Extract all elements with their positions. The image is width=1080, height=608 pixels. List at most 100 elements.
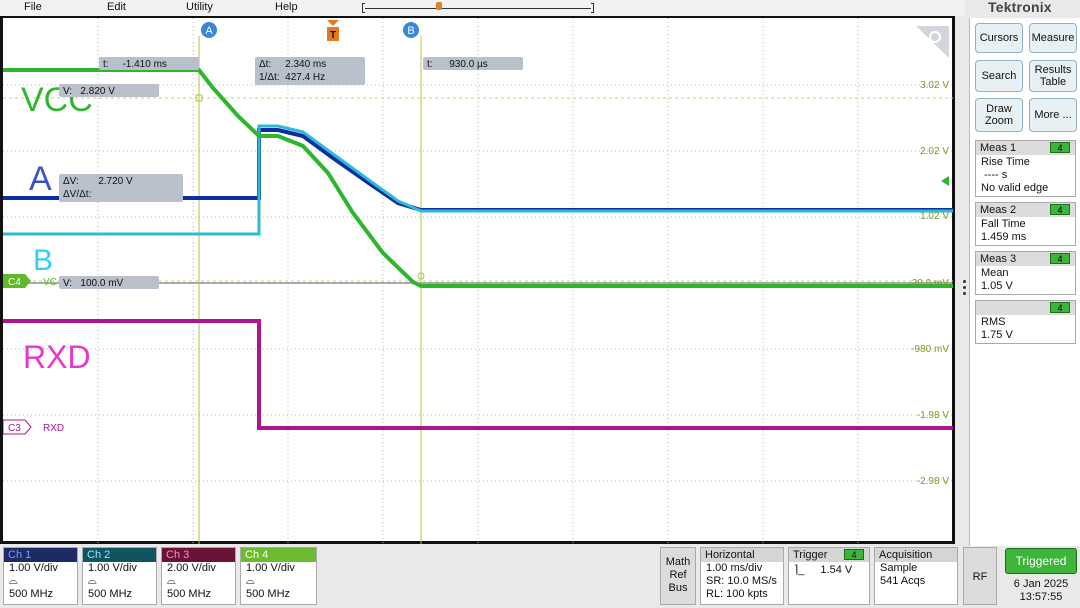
meas-2-type: Fall Time <box>981 218 1026 230</box>
rf-button[interactable]: RF <box>963 547 997 605</box>
meas-1-badge[interactable]: Meas 1 4 Rise Time ---- s No valid edge <box>975 140 1076 197</box>
menu-edit[interactable]: Edit <box>107 1 126 13</box>
horizontal-badge[interactable]: Horizontal 1.00 ms/div SR: 10.0 MS/s RL:… <box>700 547 784 605</box>
scale-label-4: 20.0 mV <box>912 278 950 289</box>
scale-label-5: -980 mV <box>911 344 949 355</box>
readout-dv: ΔV: 2.720 V <box>63 176 133 187</box>
horizontal-title: Horizontal <box>701 548 783 562</box>
scale-label-3: 1.02 V <box>920 211 949 222</box>
ch3-probe-icon: ⌓ <box>167 575 176 587</box>
brand-logo: Tektronix <box>988 0 1052 15</box>
ch3-marker-label: C3 <box>8 423 21 434</box>
meas-4-header: 4 <box>976 301 1075 315</box>
scale-label-7: -2.98 V <box>917 476 950 487</box>
ch1-badge[interactable]: Ch 1 1.00 V/div ⌓ 500 MHz <box>3 547 78 605</box>
meas-3-header: Meas 3 4 <box>976 252 1075 266</box>
scale-label-2: 2.02 V <box>920 146 949 157</box>
meas-1-status: No valid edge <box>981 182 1049 194</box>
meas-2-header: Meas 2 4 <box>976 203 1075 217</box>
meas-3-type: Mean <box>981 267 1009 279</box>
meas-1-type: Rise Time <box>981 156 1030 168</box>
menu-file[interactable]: File <box>24 1 42 13</box>
bus-label: Bus <box>668 582 688 594</box>
label-a: A <box>29 160 52 198</box>
menu-help[interactable]: Help <box>275 1 298 13</box>
horizontal-sample-rate: SR: 10.0 MS/s <box>706 575 777 587</box>
meas-3-source: 4 <box>1050 253 1070 264</box>
date-text: 6 Jan 2025 <box>1013 578 1069 590</box>
ch4-marker-name: VC <box>43 277 57 288</box>
meas-2-title: Meas 2 <box>980 204 1017 216</box>
trigger-level: 1.54 V <box>820 564 853 576</box>
more-button[interactable]: More ... <box>1029 98 1077 132</box>
position-thumb[interactable] <box>436 2 442 10</box>
ch4-badge[interactable]: Ch 4 1.00 V/div ⌓ 500 MHz <box>240 547 317 605</box>
ch4-probe-icon: ⌓ <box>246 575 255 587</box>
menu-bar: File Edit Utility Help <box>0 0 965 16</box>
ch4-marker-label: C4 <box>8 277 21 288</box>
readout-inv-dt: 1/Δt: 427.4 Hz <box>259 72 325 83</box>
meas-4-badge[interactable]: 4 RMS 1.75 V <box>975 300 1076 344</box>
ch2-header: Ch 2 <box>83 548 156 562</box>
ch2-bandwidth: 500 MHz <box>88 588 133 600</box>
ch3-scale: 2.00 V/div <box>167 562 216 574</box>
panel-resize-handle[interactable] <box>963 280 967 298</box>
results-table-button[interactable]: Results Table <box>1029 60 1077 92</box>
scale-label-6: -1.98 V <box>917 410 950 421</box>
trigger-header: Trigger 4 <box>789 548 869 562</box>
triggered-status-button[interactable]: Triggered <box>1005 548 1077 574</box>
meas-2-source: 4 <box>1050 204 1070 215</box>
falling-edge-icon: ⌉_ <box>794 564 805 576</box>
acquisition-count: 541 Acqs <box>880 575 926 587</box>
ch2-badge[interactable]: Ch 2 1.00 V/div ⌓ 500 MHz <box>82 547 157 605</box>
search-button[interactable]: Search <box>975 60 1023 92</box>
waveform-display[interactable]: A B T C4 VC C3 RXD VCC A B RXD 3.02 V 2.… <box>0 16 955 544</box>
cursor-b-handle-label: B <box>407 25 414 37</box>
trigger-source: 4 <box>844 549 864 560</box>
draw-zoom-button[interactable]: Draw Zoom <box>975 98 1023 132</box>
meas-2-badge[interactable]: Meas 2 4 Fall Time 1.459 ms <box>975 202 1076 246</box>
meas-1-header: Meas 1 4 <box>976 141 1075 155</box>
trigger-position-arrow <box>327 20 339 26</box>
meas-1-value: ---- s <box>984 169 1008 181</box>
acquisition-badge[interactable]: Acquisition Sample 541 Acqs <box>874 547 958 605</box>
math-label: Math <box>665 556 691 568</box>
meas-4-value: 1.75 V <box>981 329 1013 341</box>
meas-2-value: 1.459 ms <box>981 231 1027 243</box>
horizontal-scale: 1.00 ms/div <box>706 562 763 574</box>
ch3-badge[interactable]: Ch 3 2.00 V/div ⌓ 500 MHz <box>161 547 236 605</box>
meas-4-type: RMS <box>981 316 1006 328</box>
measure-button[interactable]: Measure <box>1029 23 1077 53</box>
label-b: B <box>33 244 53 277</box>
ch1-probe-icon: ⌓ <box>9 575 18 587</box>
readout-t-a: t: -1.410 ms <box>103 59 167 70</box>
readout-v-a: V: 2.820 V <box>63 86 115 97</box>
bar-right-bracket <box>591 3 594 13</box>
readout-dv-dt: ΔV/Δt: <box>63 189 91 200</box>
math-ref-bus-button[interactable]: Math Ref Bus <box>660 547 696 605</box>
ch1-bandwidth: 500 MHz <box>9 588 54 600</box>
horizontal-record-length: RL: 100 kpts <box>706 588 768 600</box>
ref-label: Ref <box>669 569 687 581</box>
ch2-scale: 1.00 V/div <box>88 562 137 574</box>
bar-line <box>365 8 591 9</box>
ch3-marker-name: RXD <box>43 423 64 434</box>
waveform-position-bar[interactable] <box>362 2 594 13</box>
meas-3-badge[interactable]: Meas 3 4 Mean 1.05 V <box>975 251 1076 295</box>
ch1-header: Ch 1 <box>4 548 77 562</box>
acquisition-mode: Sample <box>880 562 918 574</box>
ch3-bandwidth: 500 MHz <box>167 588 212 600</box>
meas-3-title: Meas 3 <box>980 253 1017 265</box>
readout-v-b: V: 100.0 mV <box>63 278 124 289</box>
trigger-badge[interactable]: Trigger 4 ⌉_ 1.54 V <box>788 547 870 605</box>
scale-label-1: 3.02 V <box>920 80 949 91</box>
readout-t-b: t: 930.0 µs <box>427 59 488 70</box>
trigger-level-arrow[interactable] <box>941 176 949 186</box>
trigger-title: Trigger <box>793 549 828 561</box>
ch1-scale: 1.00 V/div <box>9 562 58 574</box>
datetime-display: 6 Jan 2025 13:57:55 <box>1003 578 1079 604</box>
oscilloscope-app: File Edit Utility Help Tektronix A B T C… <box>0 0 1080 608</box>
menu-utility[interactable]: Utility <box>186 1 213 13</box>
cursors-button[interactable]: Cursors <box>975 23 1023 53</box>
trigger-marker-label: T <box>330 30 336 41</box>
